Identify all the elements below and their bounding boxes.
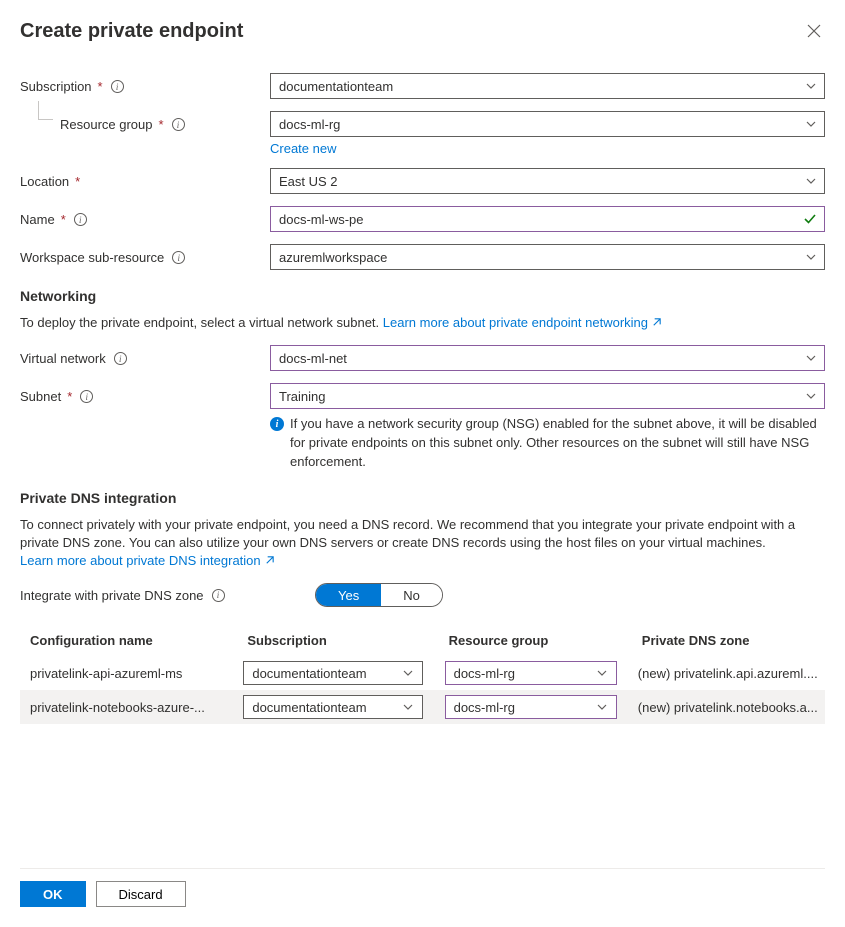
virtual-network-label: Virtual network	[20, 351, 106, 366]
chevron-down-icon	[596, 667, 608, 679]
location-value: East US 2	[279, 174, 338, 189]
table-header-zone: Private DNS zone	[632, 625, 825, 656]
info-icon[interactable]: i	[172, 251, 185, 264]
name-label: Name	[20, 212, 55, 227]
table-header-rg: Resource group	[439, 625, 632, 656]
networking-learn-more-link[interactable]: Learn more about private endpoint networ…	[383, 315, 662, 330]
close-icon	[807, 24, 821, 38]
close-button[interactable]	[803, 20, 825, 45]
chevron-down-icon	[596, 701, 608, 713]
required-asterisk: *	[61, 212, 66, 227]
sub-resource-dropdown[interactable]: azuremlworkspace	[270, 244, 825, 270]
table-header-config: Configuration name	[20, 625, 237, 656]
table-row: privatelink-api-azureml-ms documentation…	[20, 656, 825, 690]
row-subscription-dropdown[interactable]: documentationteam	[243, 695, 423, 719]
subnet-dropdown[interactable]: Training	[270, 383, 825, 409]
resource-group-dropdown[interactable]: docs-ml-rg	[270, 111, 825, 137]
info-icon[interactable]: i	[172, 118, 185, 131]
subscription-label: Subscription	[20, 79, 92, 94]
row-subscription-dropdown[interactable]: documentationteam	[243, 661, 423, 685]
dns-zone: (new) privatelink.notebooks.a...	[638, 700, 819, 715]
virtual-network-value: docs-ml-net	[279, 351, 347, 366]
location-label: Location	[20, 174, 69, 189]
create-new-link[interactable]: Create new	[270, 141, 336, 156]
subscription-value: documentationteam	[279, 79, 393, 94]
row-resource-group-dropdown[interactable]: docs-ml-rg	[445, 695, 617, 719]
resource-group-label: Resource group	[60, 117, 153, 132]
required-asterisk: *	[98, 79, 103, 94]
location-dropdown[interactable]: East US 2	[270, 168, 825, 194]
subnet-label: Subnet	[20, 389, 61, 404]
chevron-down-icon	[402, 667, 414, 679]
external-link-icon	[651, 315, 662, 333]
sub-resource-value: azuremlworkspace	[279, 250, 387, 265]
info-icon[interactable]: i	[212, 589, 225, 602]
dns-learn-more-link[interactable]: Learn more about private DNS integration	[20, 553, 275, 568]
info-icon[interactable]: i	[114, 352, 127, 365]
sub-resource-label: Workspace sub-resource	[20, 250, 164, 265]
ok-button[interactable]: OK	[20, 881, 86, 907]
table-row: privatelink-notebooks-azure-... document…	[20, 690, 825, 724]
info-blue-icon: i	[270, 417, 284, 431]
subnet-value: Training	[279, 389, 325, 404]
virtual-network-dropdown[interactable]: docs-ml-net	[270, 345, 825, 371]
chevron-down-icon	[402, 701, 414, 713]
required-asterisk: *	[75, 174, 80, 189]
info-icon[interactable]: i	[74, 213, 87, 226]
discard-button[interactable]: Discard	[96, 881, 186, 907]
panel-title: Create private endpoint	[20, 20, 243, 43]
networking-text: To deploy the private endpoint, select a…	[20, 315, 383, 330]
config-name: privatelink-notebooks-azure-...	[26, 700, 231, 715]
info-icon[interactable]: i	[111, 80, 124, 93]
required-asterisk: *	[159, 117, 164, 132]
subscription-dropdown[interactable]: documentationteam	[270, 73, 825, 99]
dns-toggle-label: Integrate with private DNS zone	[20, 588, 204, 603]
nsg-info-text: If you have a network security group (NS…	[290, 415, 825, 472]
table-header-sub: Subscription	[237, 625, 438, 656]
dns-heading: Private DNS integration	[20, 490, 825, 506]
config-name: privatelink-api-azureml-ms	[26, 666, 231, 681]
name-input[interactable]: docs-ml-ws-pe	[270, 206, 825, 232]
external-link-icon	[264, 553, 275, 571]
networking-heading: Networking	[20, 288, 825, 304]
resource-group-value: docs-ml-rg	[279, 117, 340, 132]
dns-table: Configuration name Subscription Resource…	[20, 625, 825, 724]
dns-zone: (new) privatelink.api.azureml....	[638, 666, 819, 681]
toggle-no[interactable]: No	[381, 584, 442, 606]
row-resource-group-dropdown[interactable]: docs-ml-rg	[445, 661, 617, 685]
name-value: docs-ml-ws-pe	[279, 212, 364, 227]
dns-text: To connect privately with your private e…	[20, 517, 795, 550]
info-icon[interactable]: i	[80, 390, 93, 403]
dns-integrate-toggle[interactable]: Yes No	[315, 583, 443, 607]
check-icon	[803, 212, 817, 226]
toggle-yes[interactable]: Yes	[316, 584, 381, 606]
required-asterisk: *	[67, 389, 72, 404]
